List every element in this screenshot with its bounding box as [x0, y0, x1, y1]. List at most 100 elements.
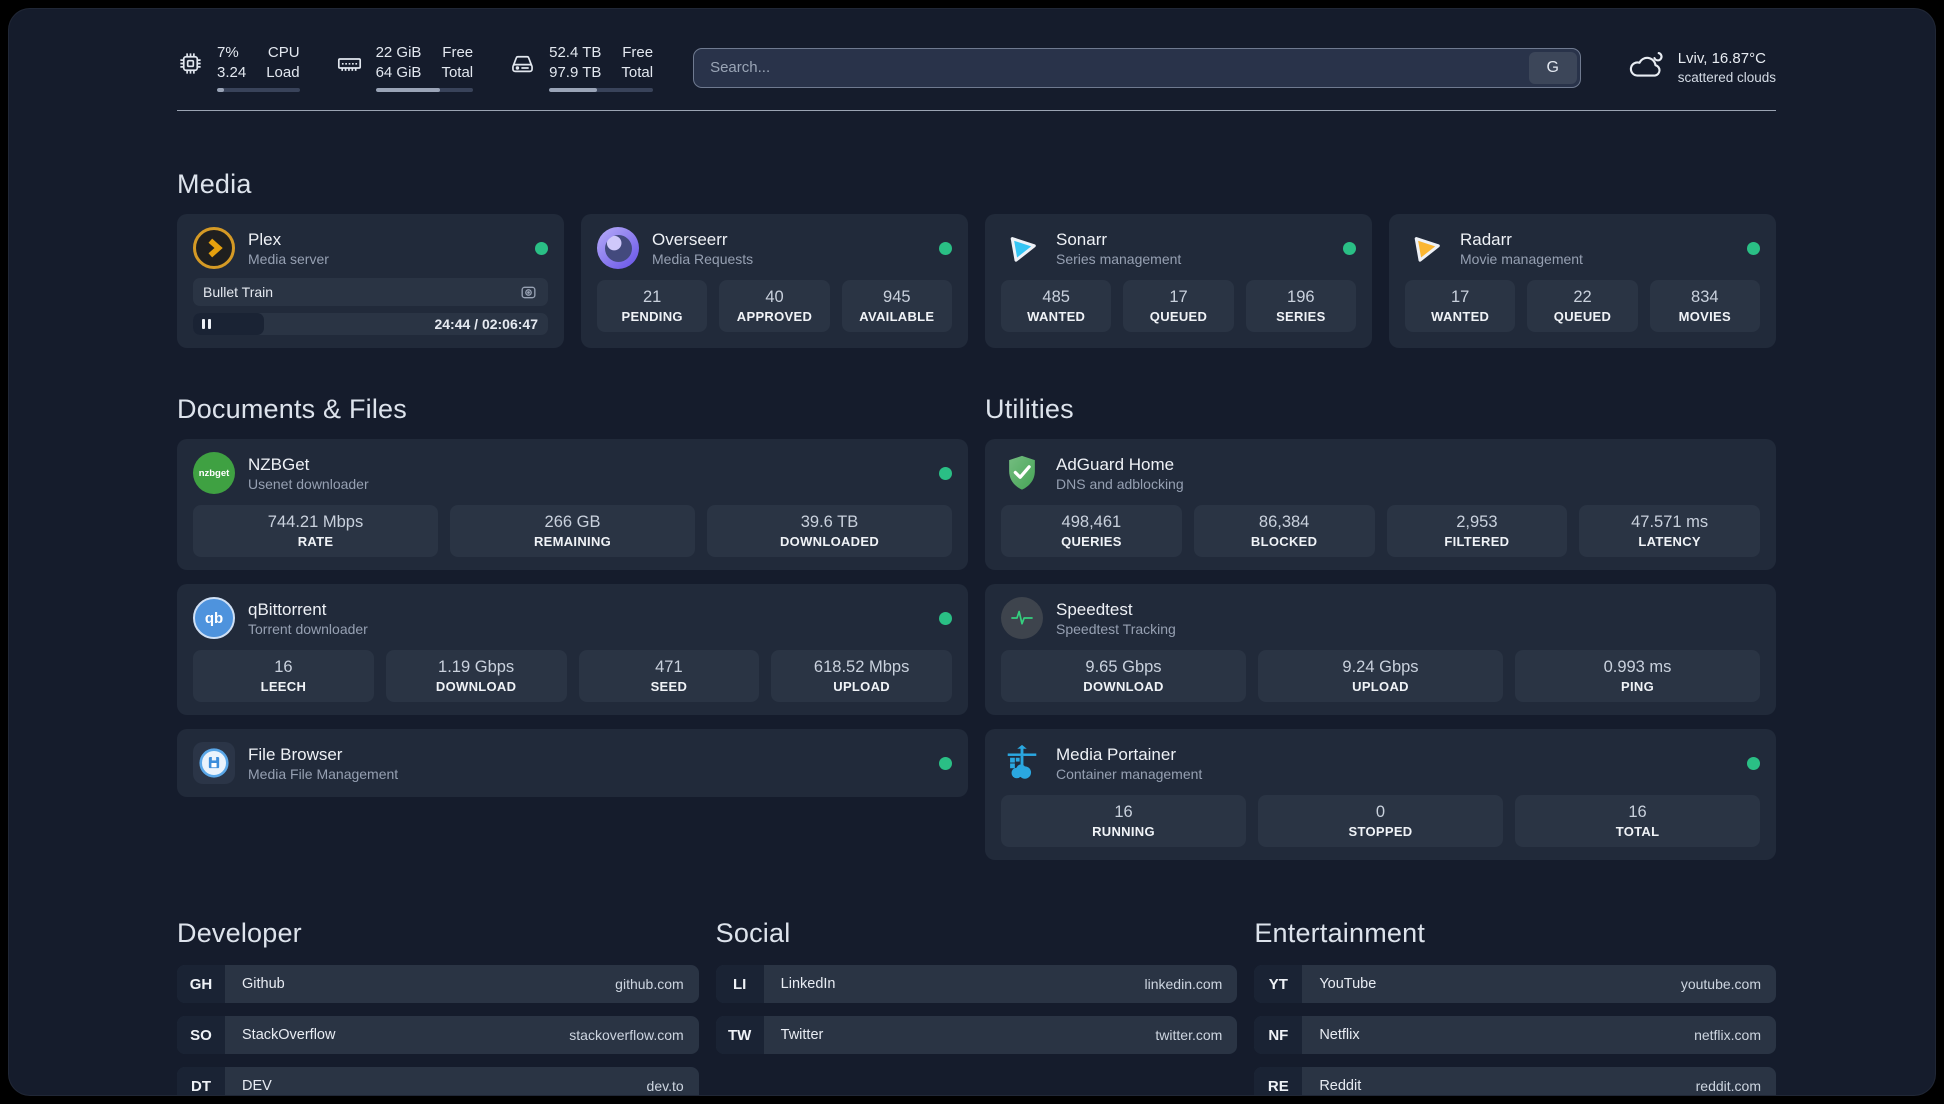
ram-progress-bar	[375, 88, 474, 92]
bookmark-abbr: RE	[1254, 1067, 1303, 1095]
filebrowser-icon	[193, 742, 235, 784]
cpu-stat: 7% 3.24 CPU Load	[177, 43, 300, 92]
ram-values: 22 GiB 64 GiB	[375, 44, 422, 81]
bookmark-twitter[interactable]: TW Twitter twitter.com	[715, 1016, 1238, 1054]
weather-location: Lviv, 16.87°C	[1677, 49, 1766, 67]
app-card-overseerr[interactable]: Overseerr Media Requests 21 PENDING 40 APP…	[581, 214, 968, 348]
app-card-sonarr[interactable]: Sonarr Series management 485 WANTED 17 QUE…	[985, 214, 1372, 348]
bookmark-linkedin[interactable]: LI LinkedIn linkedin.com	[715, 965, 1238, 1003]
pause-button[interactable]	[193, 313, 264, 335]
status-online-dot	[939, 611, 952, 625]
bookmark-name: Netflix	[1319, 1027, 1360, 1043]
app-name: Overseerr	[652, 229, 728, 249]
section-documents: Documents & Files nzbget NZBGet Usenet d…	[177, 394, 968, 797]
cloud-icon	[1627, 48, 1665, 87]
stat-box: 21 PENDING	[597, 280, 708, 332]
bookmark-abbr: TW	[715, 1016, 764, 1054]
bookmark-url: stackoverflow.com	[569, 1027, 684, 1043]
bookmark-name: StackOverflow	[242, 1027, 336, 1043]
qbittorrent-icon: qb	[193, 597, 235, 639]
status-online-dot	[939, 241, 952, 255]
stat-box: 266 GB REMAINING	[450, 505, 695, 557]
stat-box: 86,384 BLOCKED	[1193, 505, 1375, 557]
stat-box: 618.52 Mbps UPLOAD	[771, 650, 952, 702]
ram-labels: Free Total	[441, 44, 474, 81]
app-card-adguard-home[interactable]: AdGuard Home DNS and adblocking 498,461 Q…	[985, 439, 1776, 570]
status-online-dot	[1343, 241, 1356, 255]
search-bar: G	[693, 47, 1581, 88]
app-card-nzbget[interactable]: nzbget NZBGet Usenet downloader 744.21 M…	[177, 439, 968, 570]
bookmark-abbr: DT	[177, 1067, 225, 1095]
section-title-utilities: Utilities	[985, 394, 1074, 424]
bookmark-abbr: NF	[1254, 1016, 1303, 1054]
session-camera-icon[interactable]	[519, 283, 538, 302]
bookmark-abbr: LI	[715, 965, 764, 1003]
app-name: NZBGet	[248, 454, 310, 474]
app-card-qbittorrent[interactable]: qb qBittorrent Torrent downloader 16 LEEC…	[177, 584, 968, 715]
disk-icon	[509, 50, 536, 82]
section-title-media: Media	[177, 169, 252, 199]
app-subtitle: Media server	[248, 250, 329, 267]
adguard-icon	[1001, 452, 1043, 494]
bookmark-name: YouTube	[1319, 976, 1377, 992]
bookmark-abbr: YT	[1254, 965, 1303, 1003]
section-title-entertainment: Entertainment	[1254, 918, 1426, 948]
stat-box: 17 QUEUED	[1123, 280, 1234, 332]
now-playing-row: Bullet Train	[193, 278, 548, 306]
cpu-icon	[177, 50, 204, 82]
bookmark-github[interactable]: GH Github github.com	[177, 965, 699, 1003]
bookmark-reddit[interactable]: RE Reddit reddit.com	[1254, 1067, 1776, 1095]
app-name: Sonarr	[1056, 229, 1108, 249]
bookmark-url: youtube.com	[1680, 976, 1761, 992]
nzbget-icon: nzbget	[193, 452, 235, 494]
stat-box: 498,461 QUERIES	[1001, 505, 1182, 557]
disk-stat: 52.4 TB 97.9 TB Free Total	[509, 43, 654, 92]
section-social: Social LI LinkedIn linkedin.com TW Twitt…	[715, 918, 1238, 1054]
media-grid: Plex Media server Bullet Train 24:44 / 0…	[177, 214, 1776, 348]
weather-condition: scattered clouds	[1677, 69, 1776, 85]
search-input[interactable]	[694, 59, 1526, 76]
app-subtitle: Media Requests	[652, 250, 754, 267]
bookmark-url: github.com	[615, 976, 684, 992]
bookmark-netflix[interactable]: NF Netflix netflix.com	[1254, 1016, 1776, 1054]
portainer-icon	[1001, 742, 1043, 784]
cpu-labels: CPU Load	[266, 44, 300, 81]
app-card-media-portainer[interactable]: Media Portainer Container management 16 R…	[985, 729, 1776, 860]
bookmark-url: reddit.com	[1695, 1078, 1761, 1094]
bookmark-name: Twitter	[780, 1027, 824, 1043]
disk-progress-bar	[549, 88, 654, 92]
section-developer: Developer GH Github github.com SO StackO…	[177, 918, 699, 1095]
stat-box: 744.21 Mbps RATE	[193, 505, 438, 557]
app-card-radarr[interactable]: Radarr Movie management 17 WANTED 22 QUEUE…	[1389, 214, 1776, 348]
section-title-social: Social	[715, 918, 791, 948]
stat-box: 834 MOVIES	[1649, 280, 1760, 332]
google-search-button[interactable]: G	[1528, 51, 1577, 84]
stat-box: 47.571 ms LATENCY	[1579, 505, 1760, 557]
bookmark-abbr: SO	[177, 1016, 225, 1054]
bookmark-youtube[interactable]: YT YouTube youtube.com	[1254, 965, 1776, 1003]
app-subtitle: Series management	[1056, 250, 1182, 267]
speedtest-icon	[1001, 597, 1043, 639]
status-online-dot	[939, 756, 952, 770]
stat-box: 17 WANTED	[1405, 280, 1516, 332]
app-card-speedtest[interactable]: Speedtest Speedtest Tracking 9.65 Gbps DO…	[985, 584, 1776, 715]
bookmark-name: LinkedIn	[780, 976, 836, 992]
ram-icon	[336, 50, 363, 82]
app-name: Radarr	[1460, 229, 1512, 249]
bookmark-name: DEV	[242, 1078, 272, 1094]
ram-stat: 22 GiB 64 GiB Free Total	[336, 43, 474, 92]
playback-progress-track: 24:44 / 02:06:47	[193, 313, 548, 335]
app-name: Media Portainer	[1056, 744, 1177, 764]
bookmark-dev[interactable]: DT DEV dev.to	[177, 1067, 699, 1095]
app-name: AdGuard Home	[1056, 454, 1175, 474]
section-entertainment: Entertainment YT YouTube youtube.com NF …	[1254, 918, 1776, 1095]
app-card-file-browser[interactable]: File Browser Media File Management	[177, 729, 968, 797]
overseerr-icon	[597, 227, 639, 269]
app-subtitle: DNS and adblocking	[1056, 475, 1184, 492]
app-name: Plex	[248, 229, 282, 249]
app-card-plex[interactable]: Plex Media server Bullet Train 24:44 / 0…	[177, 214, 564, 348]
stat-box: 196 SERIES	[1245, 280, 1356, 332]
status-online-dot	[535, 241, 548, 255]
bookmark-stackoverflow[interactable]: SO StackOverflow stackoverflow.com	[177, 1016, 699, 1054]
stat-box: 22 QUEUED	[1527, 280, 1638, 332]
